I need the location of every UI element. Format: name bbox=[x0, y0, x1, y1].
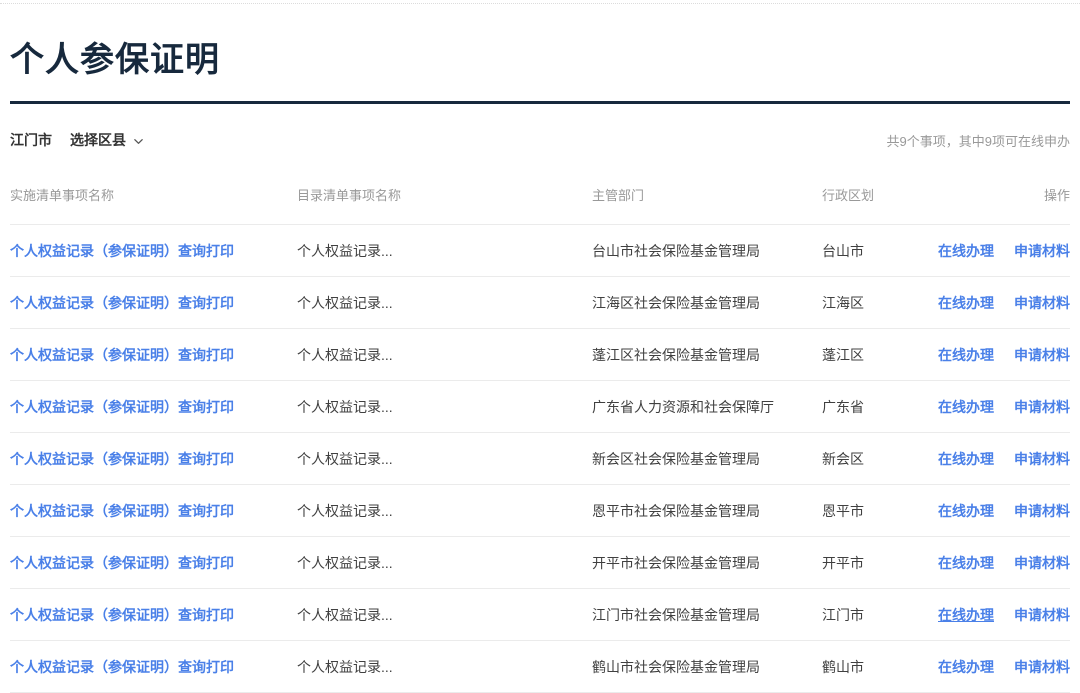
dept-name: 台山市社会保险基金管理局 bbox=[592, 241, 822, 261]
dir-item-name: 个人权益记录... bbox=[297, 293, 592, 313]
dept-name: 江门市社会保险基金管理局 bbox=[592, 605, 822, 625]
dir-item-name: 个人权益记录... bbox=[297, 553, 592, 573]
row-actions: 在线办理 申请材料 bbox=[928, 449, 1070, 469]
row-actions: 在线办理 申请材料 bbox=[928, 241, 1070, 261]
region-name: 江海区 bbox=[822, 293, 928, 313]
personal-insurance-certificate-page: 个人参保证明 江门市 选择区县 共9个事项，其中9项可在线申办 实施清单事项名称… bbox=[0, 40, 1080, 693]
dept-name: 鹤山市社会保险基金管理局 bbox=[592, 657, 822, 677]
filter-city[interactable]: 江门市 bbox=[10, 130, 52, 150]
online-apply-link[interactable]: 在线办理 bbox=[938, 657, 994, 677]
dir-item-name: 个人权益记录... bbox=[297, 605, 592, 625]
dept-name: 江海区社会保险基金管理局 bbox=[592, 293, 822, 313]
top-dotted-divider bbox=[0, 3, 1080, 4]
online-apply-link[interactable]: 在线办理 bbox=[938, 241, 994, 261]
dir-item-name: 个人权益记录... bbox=[297, 657, 592, 677]
header-dept: 主管部门 bbox=[592, 185, 822, 204]
table-body: 个人权益记录（参保证明）查询打印 个人权益记录... 台山市社会保险基金管理局 … bbox=[10, 225, 1070, 693]
table-row: 个人权益记录（参保证明）查询打印 个人权益记录... 江海区社会保险基金管理局 … bbox=[10, 277, 1070, 329]
online-apply-link[interactable]: 在线办理 bbox=[938, 293, 994, 313]
row-actions: 在线办理 申请材料 bbox=[928, 657, 1070, 677]
header-dir-item-name: 目录清单事项名称 bbox=[297, 185, 592, 204]
impl-item-link[interactable]: 个人权益记录（参保证明）查询打印 bbox=[10, 657, 297, 677]
application-materials-link[interactable]: 申请材料 bbox=[1014, 449, 1070, 469]
row-actions: 在线办理 申请材料 bbox=[928, 345, 1070, 365]
application-materials-link[interactable]: 申请材料 bbox=[1014, 605, 1070, 625]
table-row: 个人权益记录（参保证明）查询打印 个人权益记录... 蓬江区社会保险基金管理局 … bbox=[10, 329, 1070, 381]
district-selector-dropdown[interactable]: 选择区县 bbox=[70, 130, 144, 150]
header-region: 行政区划 bbox=[822, 185, 928, 204]
region-name: 开平市 bbox=[822, 553, 928, 573]
online-apply-link[interactable]: 在线办理 bbox=[938, 345, 994, 365]
table-row: 个人权益记录（参保证明）查询打印 个人权益记录... 鹤山市社会保险基金管理局 … bbox=[10, 641, 1070, 693]
impl-item-link[interactable]: 个人权益记录（参保证明）查询打印 bbox=[10, 241, 297, 261]
online-apply-link[interactable]: 在线办理 bbox=[938, 397, 994, 417]
dept-name: 蓬江区社会保险基金管理局 bbox=[592, 345, 822, 365]
online-apply-link[interactable]: 在线办理 bbox=[938, 501, 994, 521]
table-row: 个人权益记录（参保证明）查询打印 个人权益记录... 开平市社会保险基金管理局 … bbox=[10, 537, 1070, 589]
title-underline-rule bbox=[10, 101, 1070, 104]
row-actions: 在线办理 申请材料 bbox=[928, 553, 1070, 573]
district-selector-label: 选择区县 bbox=[70, 130, 126, 150]
row-actions: 在线办理 申请材料 bbox=[928, 397, 1070, 417]
region-name: 蓬江区 bbox=[822, 345, 928, 365]
region-name: 新会区 bbox=[822, 449, 928, 469]
filter-bar: 江门市 选择区县 共9个事项，其中9项可在线申办 bbox=[10, 131, 1070, 149]
region-name: 台山市 bbox=[822, 241, 928, 261]
impl-item-link[interactable]: 个人权益记录（参保证明）查询打印 bbox=[10, 345, 297, 365]
table-row: 个人权益记录（参保证明）查询打印 个人权益记录... 江门市社会保险基金管理局 … bbox=[10, 589, 1070, 641]
dept-name: 广东省人力资源和社会保障厅 bbox=[592, 397, 822, 417]
region-name: 鹤山市 bbox=[822, 657, 928, 677]
region-name: 江门市 bbox=[822, 605, 928, 625]
dir-item-name: 个人权益记录... bbox=[297, 241, 592, 261]
application-materials-link[interactable]: 申请材料 bbox=[1014, 397, 1070, 417]
header-impl-item-name: 实施清单事项名称 bbox=[10, 185, 297, 204]
table-header-row: 实施清单事项名称 目录清单事项名称 主管部门 行政区划 操作 bbox=[10, 185, 1070, 225]
application-materials-link[interactable]: 申请材料 bbox=[1014, 553, 1070, 573]
impl-item-link[interactable]: 个人权益记录（参保证明）查询打印 bbox=[10, 293, 297, 313]
online-apply-link[interactable]: 在线办理 bbox=[938, 449, 994, 469]
application-materials-link[interactable]: 申请材料 bbox=[1014, 657, 1070, 677]
dir-item-name: 个人权益记录... bbox=[297, 397, 592, 417]
impl-item-link[interactable]: 个人权益记录（参保证明）查询打印 bbox=[10, 605, 297, 625]
table-row: 个人权益记录（参保证明）查询打印 个人权益记录... 新会区社会保险基金管理局 … bbox=[10, 433, 1070, 485]
table-row: 个人权益记录（参保证明）查询打印 个人权益记录... 恩平市社会保险基金管理局 … bbox=[10, 485, 1070, 537]
dir-item-name: 个人权益记录... bbox=[297, 501, 592, 521]
chevron-down-icon bbox=[133, 136, 144, 147]
impl-item-link[interactable]: 个人权益记录（参保证明）查询打印 bbox=[10, 501, 297, 521]
application-materials-link[interactable]: 申请材料 bbox=[1014, 293, 1070, 313]
application-materials-link[interactable]: 申请材料 bbox=[1014, 501, 1070, 521]
impl-item-link[interactable]: 个人权益记录（参保证明）查询打印 bbox=[10, 397, 297, 417]
header-action: 操作 bbox=[928, 185, 1070, 204]
dept-name: 恩平市社会保险基金管理局 bbox=[592, 501, 822, 521]
impl-item-link[interactable]: 个人权益记录（参保证明）查询打印 bbox=[10, 449, 297, 469]
items-count-summary: 共9个事项，其中9项可在线申办 bbox=[887, 131, 1070, 150]
dept-name: 开平市社会保险基金管理局 bbox=[592, 553, 822, 573]
dir-item-name: 个人权益记录... bbox=[297, 449, 592, 469]
application-materials-link[interactable]: 申请材料 bbox=[1014, 345, 1070, 365]
application-materials-link[interactable]: 申请材料 bbox=[1014, 241, 1070, 261]
region-name: 恩平市 bbox=[822, 501, 928, 521]
table-row: 个人权益记录（参保证明）查询打印 个人权益记录... 广东省人力资源和社会保障厅… bbox=[10, 381, 1070, 433]
table-row: 个人权益记录（参保证明）查询打印 个人权益记录... 台山市社会保险基金管理局 … bbox=[10, 225, 1070, 277]
online-apply-link[interactable]: 在线办理 bbox=[938, 605, 994, 625]
page-title: 个人参保证明 bbox=[10, 40, 1070, 81]
row-actions: 在线办理 申请材料 bbox=[928, 293, 1070, 313]
dept-name: 新会区社会保险基金管理局 bbox=[592, 449, 822, 469]
online-apply-link[interactable]: 在线办理 bbox=[938, 553, 994, 573]
dir-item-name: 个人权益记录... bbox=[297, 345, 592, 365]
row-actions: 在线办理 申请材料 bbox=[928, 605, 1070, 625]
region-name: 广东省 bbox=[822, 397, 928, 417]
row-actions: 在线办理 申请材料 bbox=[928, 501, 1070, 521]
impl-item-link[interactable]: 个人权益记录（参保证明）查询打印 bbox=[10, 553, 297, 573]
